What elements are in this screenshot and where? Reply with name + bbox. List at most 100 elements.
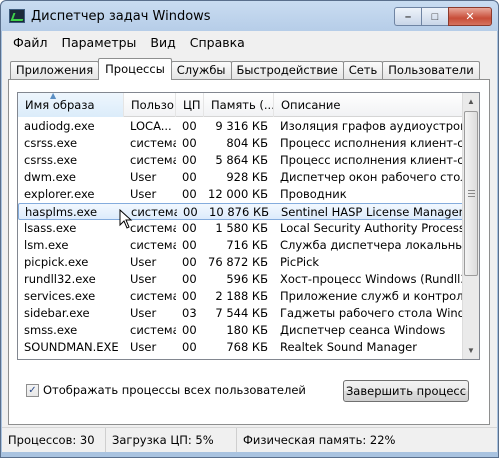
cell-user: LOCA...	[130, 119, 172, 133]
client-area: Приложения Процессы Службы Быстродействи…	[2, 53, 497, 427]
menu-bar: Файл Параметры Вид Справка	[2, 31, 497, 53]
cell-user: система	[130, 289, 176, 303]
tab-processes[interactable]: Процессы	[98, 58, 172, 80]
cell-image-name: dwm.exe	[24, 170, 76, 184]
cell-cpu: 00	[182, 238, 197, 252]
cell-image-name: services.exe	[24, 289, 96, 303]
cell-memory: 9 316 КБ	[215, 119, 268, 133]
cell-memory: 2 188 КБ	[215, 289, 268, 303]
tab-performance[interactable]: Быстродействие	[230, 61, 344, 80]
window-title: Диспетчер задач Windows	[31, 9, 211, 24]
maximize-button[interactable]: □	[421, 7, 448, 26]
menu-help[interactable]: Справка	[183, 35, 252, 50]
column-header-image-name[interactable]: ▲ Имя образа	[18, 93, 124, 117]
cell-description: Проводник	[280, 187, 347, 201]
table-row[interactable]: dwm.exe User 00 928 КБ Диспетчер окон ра…	[18, 169, 464, 186]
status-processes: Процессов: 30	[2, 428, 106, 452]
checkbox-box[interactable]: ✓	[26, 383, 39, 397]
table-row[interactable]: picpick.exe User 00 76 872 КБ PicPick	[18, 254, 464, 271]
cell-user: система	[130, 153, 176, 167]
table-row-selected[interactable]: hasplms.exe система 00 10 876 КБ Sentine…	[18, 203, 465, 220]
column-header-cpu[interactable]: ЦП	[176, 93, 204, 117]
table-row[interactable]: audiodg.exe LOCA... 00 9 316 КБ Изоляция…	[18, 118, 464, 135]
task-manager-window: Диспетчер задач Windows – □ ✕ Файл Парам…	[0, 0, 499, 458]
cell-user: User	[130, 255, 157, 269]
cell-cpu: 00	[182, 119, 197, 133]
mouse-cursor-icon	[119, 209, 133, 229]
scrollbar-thumb[interactable]	[464, 111, 478, 276]
cell-user: User	[130, 272, 157, 286]
cell-description: Realtek Sound Manager	[280, 340, 417, 354]
status-cpu-usage: Загрузка ЦП: 5%	[106, 428, 237, 452]
table-row[interactable]: lsass.exe система 00 1 580 КБ Local Secu…	[18, 220, 464, 237]
cell-memory: 768 КБ	[226, 340, 268, 354]
list-header: ▲ Имя образа Пользо... ЦП Память (... Оп…	[18, 93, 464, 117]
table-row[interactable]: services.exe система 00 2 188 КБ Приложе…	[18, 288, 464, 305]
cell-description: Служба диспетчера локальных сеа	[280, 238, 464, 252]
cell-image-name: lsass.exe	[24, 221, 77, 235]
cell-image-name: sidebar.exe	[24, 306, 90, 320]
cell-memory: 7 544 КБ	[215, 306, 268, 320]
table-row[interactable]: rundll32.exe User 00 596 КБ Хост-процесс…	[18, 271, 464, 288]
cell-user: система	[130, 136, 176, 150]
table-row[interactable]: smss.exe система 00 180 КБ Диспетчер сеа…	[18, 322, 464, 339]
cell-user: User	[130, 340, 157, 354]
cell-cpu: 00	[182, 187, 197, 201]
cell-memory: 76 872 КБ	[208, 255, 268, 269]
menu-file[interactable]: Файл	[6, 35, 55, 50]
tab-strip: Приложения Процессы Службы Быстродействи…	[10, 58, 480, 80]
table-row[interactable]: csrss.exe система 00 804 КБ Процесс испо…	[18, 135, 464, 152]
cell-memory: 928 КБ	[226, 170, 268, 184]
cell-memory: 10 876 КБ	[209, 205, 269, 219]
cell-image-name: SOUNDMAN.EXE	[24, 340, 119, 354]
tab-users[interactable]: Пользователи	[382, 61, 480, 80]
vertical-scrollbar[interactable]: ▲ ▼	[462, 93, 479, 359]
cell-memory: 180 КБ	[226, 323, 268, 337]
scroll-up-arrow-icon[interactable]: ▲	[463, 93, 479, 110]
end-process-button[interactable]: Завершить процесс	[343, 380, 469, 402]
tab-networking[interactable]: Сеть	[342, 61, 384, 80]
table-row[interactable]: explorer.exe User 00 12 000 КБ Проводник	[18, 186, 464, 203]
processes-panel: ▲ Имя образа Пользо... ЦП Память (... Оп…	[8, 79, 490, 425]
cell-description: Приложение служб и контроллеров	[280, 289, 464, 303]
cell-cpu: 00	[183, 205, 198, 219]
cell-description: Процесс исполнения клиент-сервер	[280, 153, 464, 167]
menu-options[interactable]: Параметры	[55, 35, 144, 50]
window-bottom-border	[2, 452, 497, 457]
grip-line	[468, 196, 475, 197]
cell-description: Диспетчер окон рабочего стола	[280, 170, 464, 184]
cell-description: Процесс исполнения клиент-сервер	[280, 136, 464, 150]
cell-image-name: picpick.exe	[24, 255, 89, 269]
sort-ascending-icon: ▲	[50, 93, 57, 100]
column-header-user[interactable]: Пользо...	[124, 93, 176, 117]
cell-cpu: 00	[182, 289, 197, 303]
table-row[interactable]: sidebar.exe User 03 7 544 КБ Гаджеты раб…	[18, 305, 464, 322]
cell-user: User	[130, 187, 157, 201]
cell-description: PicPick	[280, 255, 320, 269]
scroll-down-arrow-icon[interactable]: ▼	[463, 342, 479, 359]
process-list[interactable]: ▲ Имя образа Пользо... ЦП Память (... Оп…	[17, 92, 480, 360]
tab-services[interactable]: Службы	[170, 61, 232, 80]
cell-memory: 716 КБ	[226, 238, 268, 252]
cell-user: User	[130, 306, 157, 320]
cell-image-name: csrss.exe	[24, 136, 78, 150]
close-button[interactable]: ✕	[448, 7, 492, 26]
cell-cpu: 00	[182, 272, 197, 286]
column-header-description[interactable]: Описание	[274, 93, 464, 117]
column-header-memory[interactable]: Память (...	[204, 93, 274, 117]
cell-image-name: rundll32.exe	[24, 272, 96, 286]
cell-description: Sentinel HASP License Manager Servic	[281, 205, 465, 219]
tab-applications[interactable]: Приложения	[10, 61, 100, 80]
status-physical-memory: Физическая память: 22%	[243, 433, 396, 447]
table-row[interactable]: lsm.exe система 00 716 КБ Служба диспетч…	[18, 237, 464, 254]
menu-view[interactable]: Вид	[143, 35, 182, 50]
cell-image-name: smss.exe	[24, 323, 78, 337]
title-bar[interactable]: Диспетчер задач Windows – □ ✕	[1, 1, 498, 31]
table-row[interactable]: SOUNDMAN.EXE User 00 768 КБ Realtek Soun…	[18, 339, 464, 356]
show-all-users-checkbox[interactable]: ✓ Отображать процессы всех пользователей	[26, 383, 306, 397]
status-bar: Процессов: 30 Загрузка ЦП: 5% Физическая…	[2, 427, 497, 452]
table-row[interactable]: csrss.exe система 00 5 864 КБ Процесс ис…	[18, 152, 464, 169]
minimize-button[interactable]: –	[394, 7, 421, 26]
cell-memory: 5 864 КБ	[215, 153, 268, 167]
cell-cpu: 00	[182, 323, 197, 337]
